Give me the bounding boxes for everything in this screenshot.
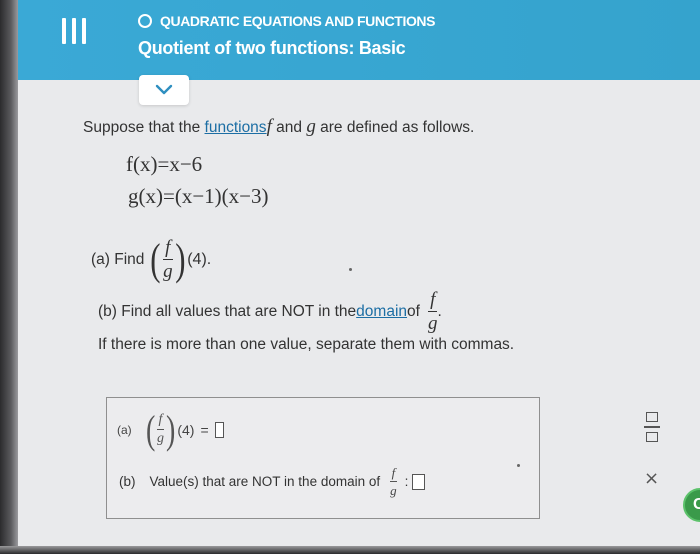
menu-icon[interactable] <box>62 18 86 44</box>
g-definition: g(x)=(x−1)(x−3) <box>128 184 269 208</box>
fraction-tool-icon[interactable] <box>644 412 660 442</box>
functions-link[interactable]: functions <box>205 119 267 136</box>
part-a-question: (a) Find ( fg ) (4). <box>91 235 212 284</box>
answer-fraction-f-over-g-b: fg <box>390 465 397 499</box>
chevron-down-icon <box>155 84 173 95</box>
answer-a-row: (a) ( fg ) (4) = <box>117 406 224 453</box>
stray-mark-2 <box>517 464 520 467</box>
expand-button[interactable] <box>139 75 189 105</box>
answer-box: (a) ( fg ) (4) = (b) Value(s) that are N… <box>106 397 540 519</box>
math-toolbar: × <box>630 398 680 508</box>
f-definition: f(x)=x−6 <box>126 152 203 176</box>
topic-status-icon <box>138 14 152 28</box>
problem-intro: Suppose that the functionsf and g are de… <box>83 116 475 137</box>
domain-link[interactable]: domain <box>356 303 407 321</box>
fraction-f-over-g-b: fg <box>427 289 438 335</box>
topic-title: QUADRATIC EQUATIONS AND FUNCTIONS <box>160 13 436 29</box>
topic-row: QUADRATIC EQUATIONS AND FUNCTIONS <box>138 13 435 29</box>
help-button[interactable]: C <box>683 488 700 522</box>
clear-icon[interactable]: × <box>644 468 659 489</box>
answer-fraction-f-over-g: fg <box>157 411 164 447</box>
screen-bottom-shade <box>0 546 700 554</box>
stray-mark <box>349 268 352 271</box>
answer-b-input[interactable] <box>412 473 426 490</box>
answer-a-input[interactable] <box>214 421 224 438</box>
fraction-f-over-g: fg <box>163 236 173 283</box>
lesson-title: Quotient of two functions: Basic <box>138 38 406 58</box>
part-b-question: (b) Find all values that are NOT in the … <box>98 289 442 335</box>
screen-edge-shade <box>0 0 18 554</box>
answer-b-row: (b) Value(s) that are NOT in the domain … <box>119 465 426 499</box>
instruction-text: If there is more than one value, separat… <box>98 336 515 353</box>
